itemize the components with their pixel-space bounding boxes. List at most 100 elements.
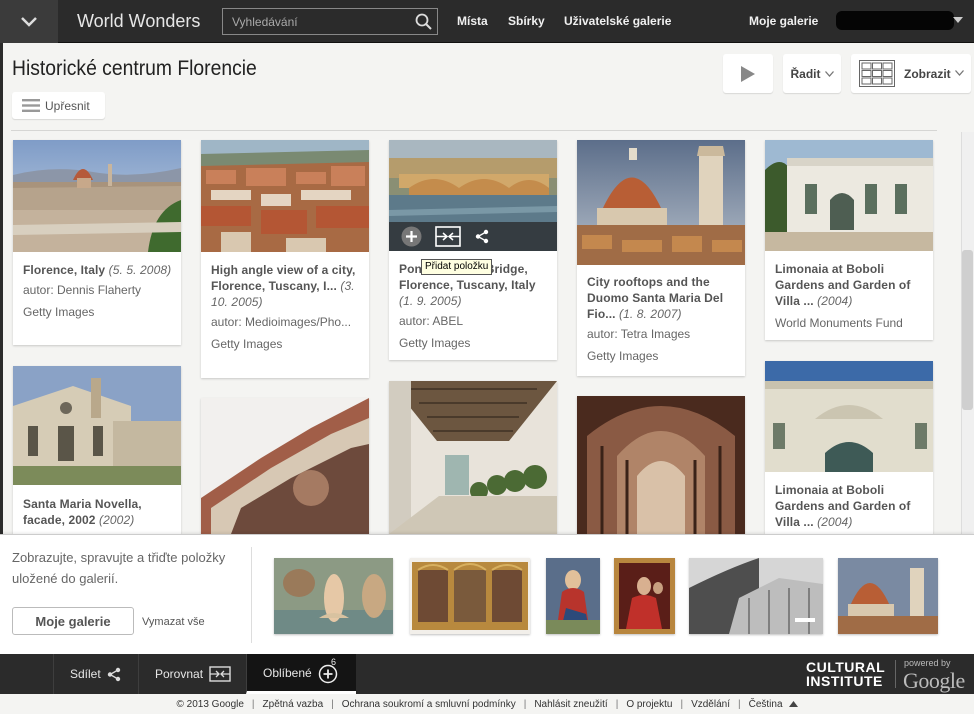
brand-title[interactable]: World Wonders: [77, 11, 200, 32]
card-church-interior[interactable]: [577, 396, 745, 534]
tooltip-add-item: Přidat položku: [421, 259, 493, 275]
favorites-tab-label: Oblíbené: [263, 665, 312, 680]
bottom-bar: Sdílet Porovnat Oblíbené 6 CULTURAL INST…: [0, 654, 974, 694]
card-hover-actions: [389, 222, 557, 251]
card-florence-italy[interactable]: Florence, Italy (5. 5. 2008) autor: Denn…: [13, 140, 181, 345]
tray-thumb-altarpiece[interactable]: [410, 558, 530, 634]
footer: © 2013 Google | Zpětná vazba | Ochrana sou…: [0, 694, 974, 714]
search-box: [222, 8, 438, 35]
favorites-count-badge: 6: [331, 657, 337, 667]
footer-link-about[interactable]: O projektu: [626, 699, 672, 710]
compare-icon[interactable]: [435, 226, 461, 247]
page-title: Historické centrum Florencie: [12, 57, 257, 80]
clear-all-link[interactable]: Vymazat vše: [142, 616, 205, 628]
card-santa-maria-novella[interactable]: Santa Maria Novella, facade, 2002 (2002): [13, 366, 181, 534]
card-text: Limonaia at Boboli Gardens and Garden of…: [775, 482, 925, 530]
card-author: autor: Medioimages/Pho...: [211, 315, 352, 329]
card-image[interactable]: [765, 140, 933, 251]
sort-button[interactable]: Řadit: [783, 54, 841, 93]
card-duomo-detail[interactable]: [201, 398, 369, 534]
card-author: autor: ABEL: [399, 314, 464, 328]
card-limonaia-2[interactable]: Limonaia at Boboli Gardens and Garden of…: [765, 361, 933, 534]
footer-link-feedback[interactable]: Zpětná vazba: [263, 699, 324, 710]
card-text: Florence, Italy (5. 5. 2008) autor: Denn…: [23, 262, 173, 320]
tray-thumb-cathedral-facade[interactable]: [689, 558, 823, 634]
my-galleries-link[interactable]: Moje galerie: [749, 14, 818, 28]
card-image[interactable]: [577, 140, 745, 265]
card-image[interactable]: [577, 396, 745, 534]
card-text: Santa Maria Novella, facade, 2002 (2002): [23, 496, 173, 528]
card-image[interactable]: [201, 140, 369, 252]
card-text: High angle view of a city, Florence, Tus…: [211, 262, 361, 352]
card-title[interactable]: Limonaia at Boboli Gardens and Garden of…: [775, 261, 925, 309]
slideshow-button[interactable]: [723, 54, 773, 93]
search-icon[interactable]: [415, 13, 432, 30]
view-label: Zobrazit: [904, 67, 951, 81]
grid-view-icon: [859, 60, 895, 87]
compare-tab[interactable]: Porovnat: [138, 654, 246, 694]
chevron-down-icon: [824, 70, 834, 77]
tray-thumb-birth-of-venus[interactable]: [274, 558, 393, 634]
top-bar: World Wonders Místa Sbírky Uživatelské g…: [0, 0, 974, 43]
card-duomo-rooftops[interactable]: City rooftops and the Duomo Santa Maria …: [577, 140, 745, 376]
tray-thumb-madonna[interactable]: [546, 558, 600, 634]
share-tab[interactable]: Sdílet: [53, 654, 138, 694]
card-ponte-vecchio[interactable]: Ponte Vecchio Bridge, Florence, Tuscany,…: [389, 140, 557, 360]
card-limonaia-interior[interactable]: [389, 381, 557, 534]
menu-toggle-button[interactable]: [0, 0, 58, 43]
card-title[interactable]: Limonaia at Boboli Gardens and Garden of…: [775, 482, 925, 530]
tray-description: Zobrazujte, spravujte a třiďte položky u…: [12, 550, 226, 586]
divider: [11, 130, 937, 131]
nav-user-galleries[interactable]: Uživatelské galerie: [564, 14, 671, 28]
google-logo[interactable]: Google: [903, 668, 965, 694]
card-source: World Monuments Fund: [775, 316, 903, 330]
list-icon: [22, 99, 40, 112]
card-image[interactable]: [389, 381, 557, 534]
caret-down-icon[interactable]: [953, 17, 963, 23]
tray-thumb-portrait[interactable]: [614, 558, 675, 634]
card-image[interactable]: [13, 140, 181, 252]
card-title[interactable]: City rooftops and the Duomo Santa Maria …: [587, 274, 737, 322]
footer-link-privacy[interactable]: Ochrana soukromí a smluvní podmínky: [342, 699, 516, 710]
nav-collections[interactable]: Sbírky: [508, 14, 545, 28]
compare-icon: [209, 666, 231, 682]
favorites-tab[interactable]: Oblíbené 6: [246, 654, 356, 694]
nav-places[interactable]: Místa: [457, 14, 488, 28]
view-button[interactable]: Zobrazit: [851, 54, 971, 93]
refine-button[interactable]: Upřesnit: [12, 92, 105, 119]
search-input[interactable]: [223, 9, 411, 34]
card-high-angle-view[interactable]: High angle view of a city, Florence, Tus…: [201, 140, 369, 378]
card-source: Getty Images: [211, 337, 283, 351]
footer-link-report-abuse[interactable]: Nahlásit zneužití: [534, 699, 607, 710]
chevron-down-icon: [21, 16, 37, 27]
chevron-down-icon: [955, 70, 964, 76]
share-icon[interactable]: [475, 229, 489, 244]
tray-divider: [251, 547, 252, 643]
card-image[interactable]: [765, 361, 933, 472]
add-icon[interactable]: [401, 226, 422, 247]
gallery-tray: Zobrazujte, spravujte a třiďte položky u…: [0, 534, 974, 654]
logo-divider: [895, 660, 896, 688]
my-galleries-button[interactable]: Moje galerie: [12, 607, 134, 635]
cultural-institute-logo[interactable]: CULTURAL INSTITUTE: [806, 660, 888, 688]
card-image[interactable]: [201, 398, 369, 534]
footer-link-education[interactable]: Vzdělání: [691, 699, 730, 710]
user-account-redacted[interactable]: [836, 11, 954, 30]
scrollbar-thumb[interactable]: [962, 250, 973, 410]
card-source: Getty Images: [399, 336, 471, 350]
language-selector[interactable]: Čeština: [749, 699, 783, 710]
compare-tab-label: Porovnat: [155, 667, 204, 681]
card-image[interactable]: [13, 366, 181, 485]
powered-by-label: powered by: [904, 658, 951, 668]
tray-thumb-duomo[interactable]: [838, 558, 938, 634]
caret-up-icon[interactable]: [788, 701, 798, 707]
card-source: Getty Images: [587, 349, 659, 363]
copyright: © 2013 Google: [176, 698, 244, 710]
card-limonaia-1[interactable]: Limonaia at Boboli Gardens and Garden of…: [765, 140, 933, 340]
card-title[interactable]: High angle view of a city, Florence, Tus…: [211, 262, 361, 310]
card-author: autor: Dennis Flaherty: [23, 283, 142, 297]
card-text: City rooftops and the Duomo Santa Maria …: [587, 274, 737, 364]
refine-label: Upřesnit: [45, 98, 90, 113]
card-title[interactable]: Florence, Italy (5. 5. 2008): [23, 262, 173, 278]
card-title[interactable]: Santa Maria Novella, facade, 2002 (2002): [23, 496, 173, 528]
